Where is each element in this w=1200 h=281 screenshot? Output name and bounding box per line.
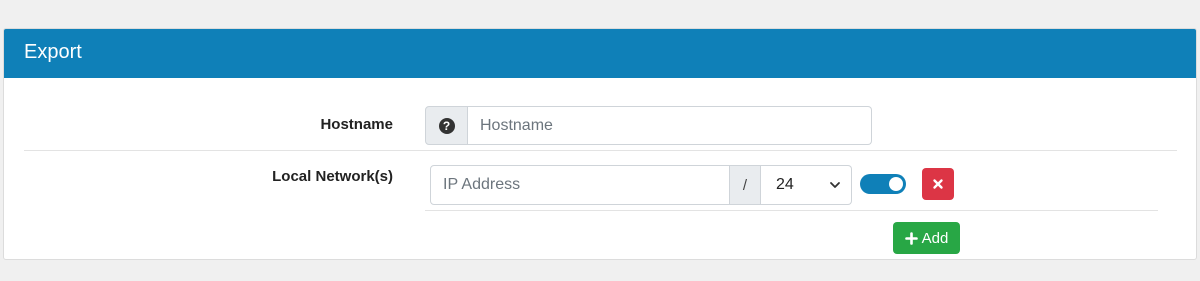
hostname-input-group: ? xyxy=(425,106,872,145)
panel-title: Export xyxy=(24,41,82,63)
local-network-label: Local Network(s) xyxy=(272,168,393,185)
plus-icon xyxy=(904,231,918,245)
row-divider xyxy=(24,150,1177,151)
prefix-length-value: 24 xyxy=(776,176,794,193)
network-enabled-toggle[interactable] xyxy=(860,174,906,194)
chevron-down-icon xyxy=(830,182,840,188)
toggle-knob xyxy=(889,177,903,191)
footer-divider xyxy=(24,259,1177,260)
add-network-button[interactable]: Add xyxy=(893,222,960,254)
panel-header: Export xyxy=(4,29,1196,78)
hostname-help-addon[interactable]: ? xyxy=(425,106,468,145)
ip-address-input[interactable] xyxy=(430,165,730,205)
hostname-label: Hostname xyxy=(320,116,393,133)
prefix-separator: / xyxy=(730,165,761,205)
export-panel: Export Hostname ? Local Network(s) / 24 xyxy=(3,28,1197,260)
local-network-row: / 24 xyxy=(430,165,852,205)
question-circle-icon: ? xyxy=(438,117,455,134)
network-divider xyxy=(425,210,1158,211)
times-icon xyxy=(933,179,943,189)
prefix-length-select[interactable]: 24 xyxy=(761,165,852,205)
hostname-input[interactable] xyxy=(468,106,872,145)
delete-network-button[interactable] xyxy=(922,168,954,200)
add-button-label: Add xyxy=(921,229,949,247)
